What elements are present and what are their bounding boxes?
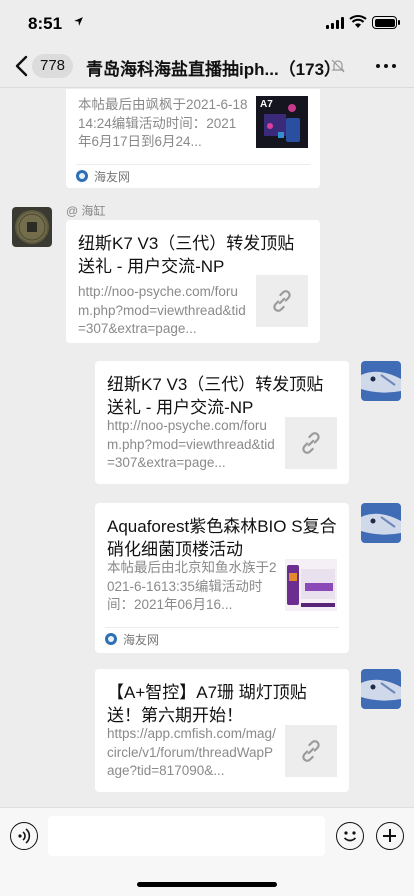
link-card-message[interactable]: 【A+智控】A7珊 瑚灯顶贴送！第六期开始！ https://app.cmfis… [95,669,349,792]
cellular-signal-icon [326,17,346,29]
link-icon [302,740,320,762]
self-avatar[interactable] [361,669,401,709]
emoji-icon[interactable] [336,822,364,850]
chat-header: 778 青岛海科海盐直播抽iph...（173） [0,44,414,88]
location-arrow-icon [74,17,83,26]
link-card-description: 本帖最后由北京知鱼水族于2021-6-1613:35编辑活动时间：2021年06… [107,560,277,612]
source-app-icon [105,633,117,645]
unread-count-badge[interactable]: 778 [32,54,74,78]
link-card-title: 【A+智控】A7珊 瑚灯顶贴送！第六期开始！ [107,683,307,725]
source-label: 海友网 [94,169,131,184]
message-input[interactable] [48,816,325,856]
link-card-description: http://noo-psyche.com/forum.php?mod=view… [107,418,275,470]
link-card-thumbnail [285,559,337,611]
link-card-source: 海友网 [76,166,130,186]
link-card-title: Aquaforest紫色森林BIO S复合硝化细菌顶楼活动 [107,517,337,559]
link-thumbnail [256,275,308,327]
link-icon [273,290,291,312]
link-card-description: https://app.cmfish.com/mag/circle/v1/for… [107,726,276,778]
add-more-icon[interactable] [376,822,404,850]
link-card-source: 海友网 [105,629,159,649]
link-thumbnail [285,417,337,469]
avatar[interactable] [12,207,52,247]
thumbnail-label: A7 [260,99,273,110]
link-icon [302,432,320,454]
source-app-icon [76,170,88,182]
voice-input-icon[interactable] [10,822,38,850]
link-card-message[interactable]: 纽斯K7 V3（三代）转发顶贴送礼 - 用户交流-NP http://noo-p… [66,220,320,343]
self-avatar[interactable] [361,503,401,543]
source-label: 海友网 [123,632,160,647]
divider [105,627,339,628]
divider [76,164,310,165]
battery-icon [372,16,400,29]
status-time: 8:51 [28,14,63,33]
mute-bell-icon [331,59,345,73]
link-card-thumbnail: A7 [256,96,308,148]
back-chevron-icon[interactable] [12,54,32,78]
link-thumbnail [285,725,337,777]
link-card-message[interactable]: 本帖最后由飒枫于2021-6-1814:24编辑活动时间：2021年6月17日到… [66,89,320,188]
link-card-message[interactable]: 纽斯K7 V3（三代）转发顶贴送礼 - 用户交流-NP http://noo-p… [95,361,349,484]
link-card-message[interactable]: Aquaforest紫色森林BIO S复合硝化细菌顶楼活动 本帖最后由北京知鱼水… [95,503,349,653]
more-options-icon[interactable] [376,64,396,70]
link-card-title: 纽斯K7 V3（三代）转发顶贴送礼 - 用户交流-NP [78,234,295,276]
message-list[interactable]: 本帖最后由飒枫于2021-6-1814:24编辑活动时间：2021年6月17日到… [0,89,414,807]
link-card-title: 纽斯K7 V3（三代）转发顶贴送礼 - 用户交流-NP [107,375,324,417]
self-avatar[interactable] [361,361,401,401]
wifi-icon [349,15,367,28]
link-card-description: http://noo-psyche.com/forum.php?mod=view… [78,284,246,336]
chat-title: 青岛海科海盐直播抽iph...（173） [86,60,336,79]
link-card-description: 本帖最后由飒枫于2021-6-1814:24编辑活动时间：2021年6月17日到… [78,97,248,149]
home-indicator [137,882,277,887]
sender-name: @ 海缸 [66,204,106,218]
status-bar: 8:51 [0,0,414,44]
